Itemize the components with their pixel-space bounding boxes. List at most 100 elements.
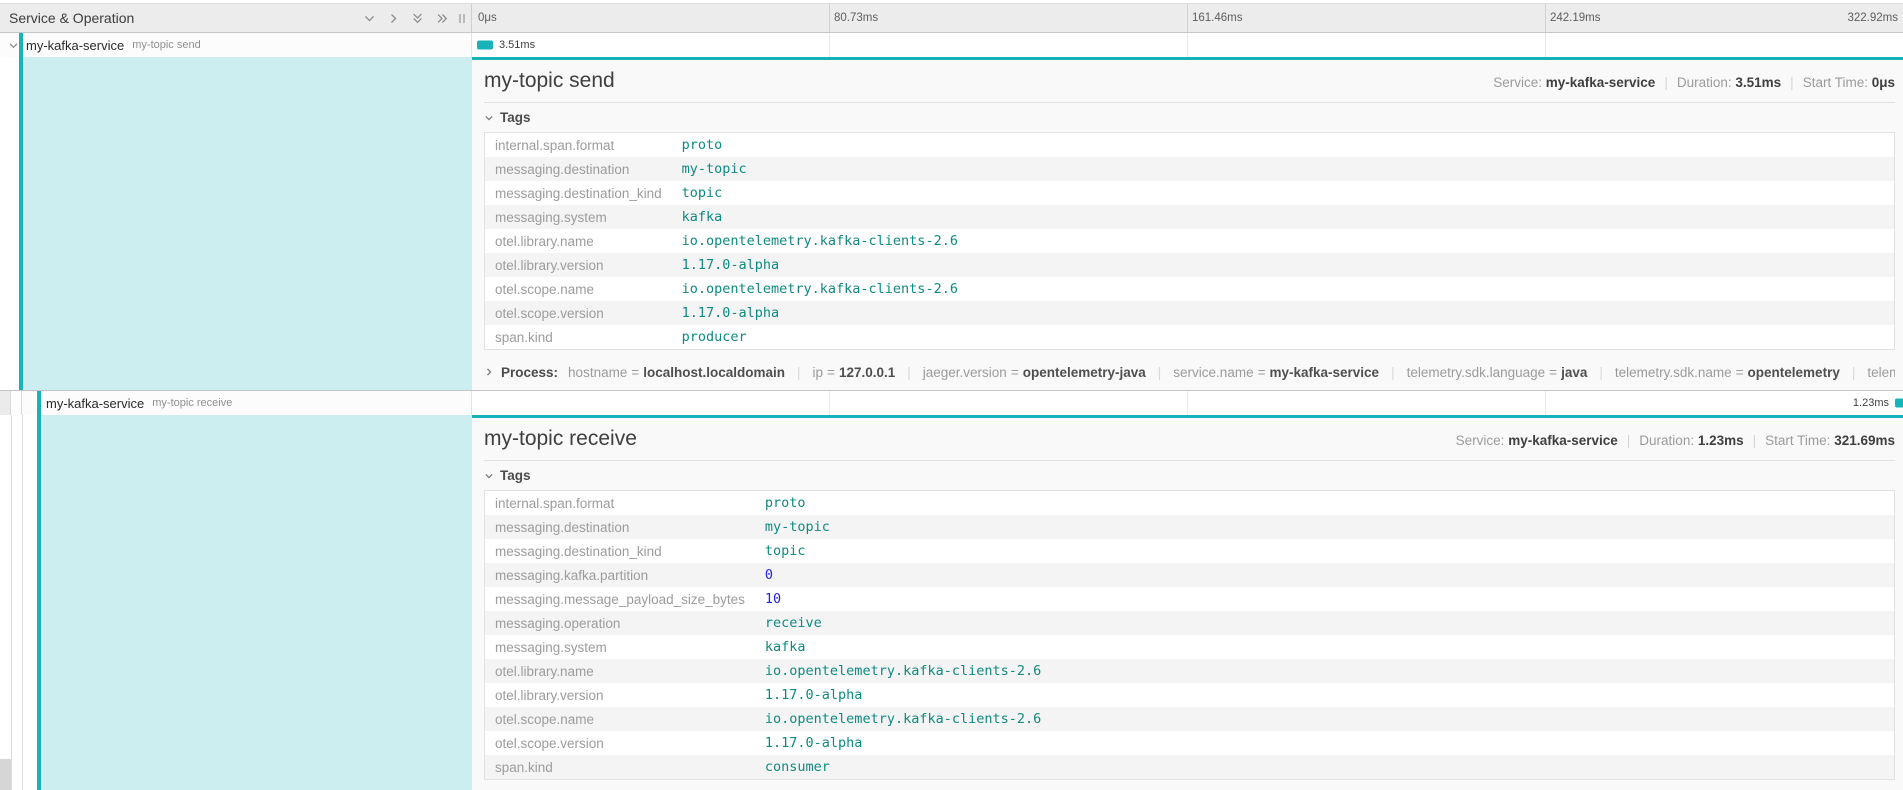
tag-value: topic: [672, 181, 1895, 205]
collapse-one-icon[interactable]: [363, 12, 376, 25]
ruler-tick-label: 322.92ms: [1847, 4, 1898, 33]
trace-timeline-view: Service & Operation 0μs80.73ms161.46ms24…: [0, 0, 1903, 790]
tag-key: messaging.destination: [485, 515, 755, 539]
span-detail-send: my-topic send Service: my-kafka-service …: [0, 57, 1903, 391]
process-attribute: jaeger.versionopentelemetry-java: [895, 365, 1146, 380]
indent-guide: [0, 391, 11, 415]
tag-value: my-topic: [672, 157, 1895, 181]
span-track-send[interactable]: 3.51ms: [472, 33, 1903, 57]
span-detail-meta: Service: my-kafka-service Duration: 3.51…: [1493, 75, 1895, 90]
ruler-gridline: [1545, 4, 1546, 32]
tag-key: messaging.kafka.partition: [485, 563, 755, 587]
tags-accordion-header[interactable]: Tags: [484, 110, 1895, 125]
tag-row: otel.scope.name io.opentelemetry.kafka-c…: [485, 707, 1895, 731]
chevron-right-icon: [484, 365, 494, 380]
expand-all-icon[interactable]: [435, 12, 449, 25]
tag-key: messaging.destination_kind: [485, 539, 755, 563]
tag-value: kafka: [672, 205, 1895, 229]
tag-key: span.kind: [485, 755, 755, 780]
span-detail-highlight: [23, 57, 472, 390]
process-attribute: telemetry.sdk.nameopentelemetry: [1587, 365, 1839, 380]
tag-value: receive: [755, 611, 1895, 635]
tag-key: otel.scope.version: [485, 301, 672, 325]
tag-row: messaging.destination_kind topic: [485, 539, 1895, 563]
meta-start-time: 321.69ms: [1834, 433, 1895, 448]
span-name-cell-receive[interactable]: my-kafka-service my-topic receive: [0, 391, 472, 415]
tag-row: messaging.operation receive: [485, 611, 1895, 635]
scrollbar-thumb[interactable]: [0, 759, 11, 790]
span-duration-bar[interactable]: [477, 41, 493, 50]
tag-value: io.opentelemetry.kafka-clients-2.6: [755, 659, 1895, 683]
tag-key: internal.span.format: [485, 133, 672, 158]
span-row-receive[interactable]: my-kafka-service my-topic receive 1.23ms: [0, 391, 1903, 415]
span-name-cell-send[interactable]: my-kafka-service my-topic send: [0, 33, 472, 57]
tags-accordion-header[interactable]: Tags: [484, 468, 1895, 483]
span-detail-meta: Service: my-kafka-service Duration: 1.23…: [1456, 433, 1895, 448]
span-operation-name: my-topic send: [132, 39, 200, 51]
timeline-ruler[interactable]: 0μs80.73ms161.46ms242.19ms322.92ms: [472, 4, 1903, 32]
tag-row: messaging.destination my-topic: [485, 515, 1895, 539]
expand-one-icon[interactable]: [387, 12, 400, 25]
tag-row: messaging.message_payload_size_bytes 10: [485, 587, 1895, 611]
column-resizer-grip[interactable]: [459, 14, 465, 23]
span-detail-gutter: [0, 57, 472, 390]
tags-label: Tags: [500, 468, 531, 483]
tag-value: io.opentelemetry.kafka-clients-2.6: [672, 277, 1895, 301]
tag-key: otel.scope.version: [485, 731, 755, 755]
span-duration-bar[interactable]: [1895, 399, 1903, 408]
span-service-name: my-kafka-service: [26, 38, 124, 53]
span-row-send[interactable]: my-kafka-service my-topic send 3.51ms: [0, 33, 1903, 57]
span-detail-panel: my-topic receive Service: my-kafka-servi…: [472, 415, 1903, 790]
span-detail-gutter: [0, 415, 472, 790]
tag-key: otel.library.version: [485, 683, 755, 707]
span-detail-title: my-topic send: [484, 69, 1493, 93]
tag-key: span.kind: [485, 325, 672, 350]
process-label: Process:: [501, 365, 558, 380]
meta-start-time: 0μs: [1872, 75, 1895, 90]
chevron-down-icon: [484, 471, 494, 481]
tag-value: topic: [755, 539, 1895, 563]
tag-row: messaging.system kafka: [485, 205, 1895, 229]
indent-guide: [11, 415, 12, 790]
tag-value: 1.17.0-alpha: [755, 731, 1895, 755]
process-attribute: telemetry.sdk.version1.17.0: [1840, 365, 1895, 380]
ruler-gridline: [1187, 4, 1188, 32]
span-detail-highlight: [41, 415, 472, 790]
span-color-bar: [37, 391, 41, 415]
service-operation-header: Service & Operation: [0, 4, 472, 32]
tag-value: my-topic: [755, 515, 1895, 539]
ruler-gridline: [829, 4, 830, 32]
tag-row: internal.span.format proto: [485, 133, 1895, 158]
chevron-down-icon[interactable]: [8, 40, 19, 51]
ruler-tick-label: 161.46ms: [1192, 4, 1243, 33]
span-detail-receive: my-topic receive Service: my-kafka-servi…: [0, 415, 1903, 790]
tag-key: messaging.destination: [485, 157, 672, 181]
tag-key: messaging.message_payload_size_bytes: [485, 587, 755, 611]
tag-row: span.kind consumer: [485, 755, 1895, 780]
ruler-tick-label: 80.73ms: [834, 4, 878, 33]
span-duration-label: 3.51ms: [499, 39, 535, 51]
tag-value: io.opentelemetry.kafka-clients-2.6: [755, 707, 1895, 731]
tag-key: messaging.system: [485, 635, 755, 659]
chevron-down-icon: [484, 113, 494, 123]
process-attribute: ip127.0.0.1: [785, 365, 895, 380]
tag-value: producer: [672, 325, 1895, 350]
tags-table: internal.span.format proto messaging.des…: [484, 132, 1895, 350]
ruler-tick-label: 0μs: [478, 4, 497, 33]
process-attribute: service.namemy-kafka-service: [1146, 365, 1379, 380]
tag-row: otel.scope.version 1.17.0-alpha: [485, 731, 1895, 755]
span-operation-name: my-topic receive: [152, 397, 232, 409]
tag-row: messaging.kafka.partition 0: [485, 563, 1895, 587]
process-attribute: hostnamelocalhost.localdomain: [568, 365, 785, 380]
tag-value: 1.17.0-alpha: [672, 253, 1895, 277]
span-track-receive[interactable]: 1.23ms: [472, 391, 1903, 415]
meta-service: my-kafka-service: [1508, 433, 1618, 448]
process-accordion-header[interactable]: Process: hostnamelocalhost.localdomainip…: [484, 360, 1895, 385]
span-duration-label: 1.23ms: [1853, 397, 1889, 409]
span-detail-panel: my-topic send Service: my-kafka-service …: [472, 57, 1903, 390]
tag-key: otel.scope.name: [485, 707, 755, 731]
tag-key: otel.library.name: [485, 229, 672, 253]
tag-row: messaging.system kafka: [485, 635, 1895, 659]
collapse-all-icon[interactable]: [411, 11, 424, 25]
span-id-row: SpanID: 407276152aafdc36: [484, 385, 1895, 390]
